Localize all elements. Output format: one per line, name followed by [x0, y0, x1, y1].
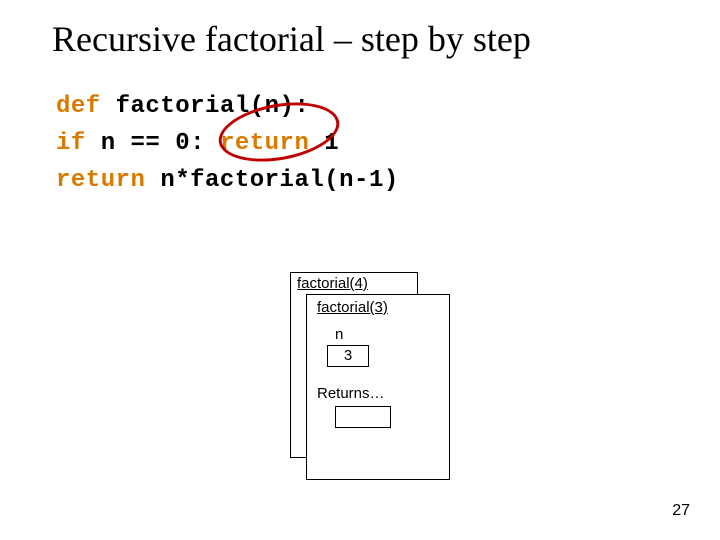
- slide-title: Recursive factorial – step by step: [0, 0, 720, 60]
- keyword-return: return: [56, 167, 145, 194]
- code-line-3: return n*factorial(n-1): [56, 162, 720, 199]
- stack-frame-front: factorial(3) n 3 Returns…: [306, 294, 450, 480]
- keyword-def: def: [56, 93, 101, 120]
- variable-label-n: n: [335, 326, 439, 343]
- returns-label: Returns…: [317, 385, 439, 402]
- variable-value-box: 3: [327, 345, 369, 367]
- code-text: n*factorial(n-1): [145, 167, 398, 194]
- returns-value-box: [335, 406, 391, 428]
- frame-back-title: factorial(4): [297, 275, 368, 292]
- code-block: def factorial(n): if n == 0: return 1 re…: [0, 60, 720, 200]
- code-text: n == 0:: [86, 130, 220, 157]
- frame-front-title: factorial(3): [317, 299, 439, 316]
- code-line-2: if n == 0: return 1: [56, 125, 720, 162]
- keyword-if: if: [56, 130, 86, 157]
- page-number: 27: [672, 502, 690, 520]
- code-line-1: def factorial(n):: [56, 88, 720, 125]
